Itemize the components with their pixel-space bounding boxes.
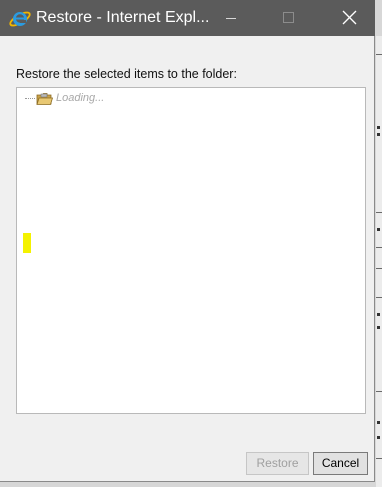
maximize-icon (283, 12, 294, 23)
close-button[interactable] (326, 0, 372, 36)
cancel-button[interactable]: Cancel (313, 452, 368, 475)
highlight-marker (23, 233, 31, 253)
folder-icon (36, 92, 54, 106)
background-bullet (377, 326, 380, 329)
background-divider (376, 297, 382, 298)
restore-dialog-window: Restore - Internet Expl... Restore the s… (0, 0, 375, 482)
background-divider (376, 391, 382, 392)
background-bullet (377, 436, 380, 439)
prompt-label: Restore the selected items to the folder… (16, 67, 237, 81)
background-bullet (377, 126, 380, 129)
restore-button[interactable]: Restore (246, 452, 309, 475)
maximize-button[interactable] (265, 0, 311, 36)
tree-connector (25, 98, 35, 99)
close-icon (342, 10, 357, 25)
background-bullet (377, 313, 380, 316)
background-divider (376, 54, 382, 55)
dialog-content: Restore the selected items to the folder… (0, 36, 374, 481)
window-title: Restore - Internet Expl... (36, 9, 210, 26)
loading-label: Loading... (56, 92, 105, 104)
background-divider (376, 268, 382, 269)
title-bar[interactable]: Restore - Internet Expl... (0, 0, 375, 36)
internet-explorer-icon (8, 6, 32, 30)
background-bullet (377, 228, 380, 231)
background-bullet (377, 133, 380, 136)
minimize-button[interactable] (208, 0, 254, 36)
background-window-edge (376, 36, 382, 487)
minimize-icon (226, 18, 236, 19)
background-bullet (377, 421, 380, 424)
background-divider (376, 212, 382, 213)
background-divider (376, 247, 382, 248)
folder-tree[interactable]: Loading... (16, 87, 366, 414)
background-divider (376, 458, 382, 459)
